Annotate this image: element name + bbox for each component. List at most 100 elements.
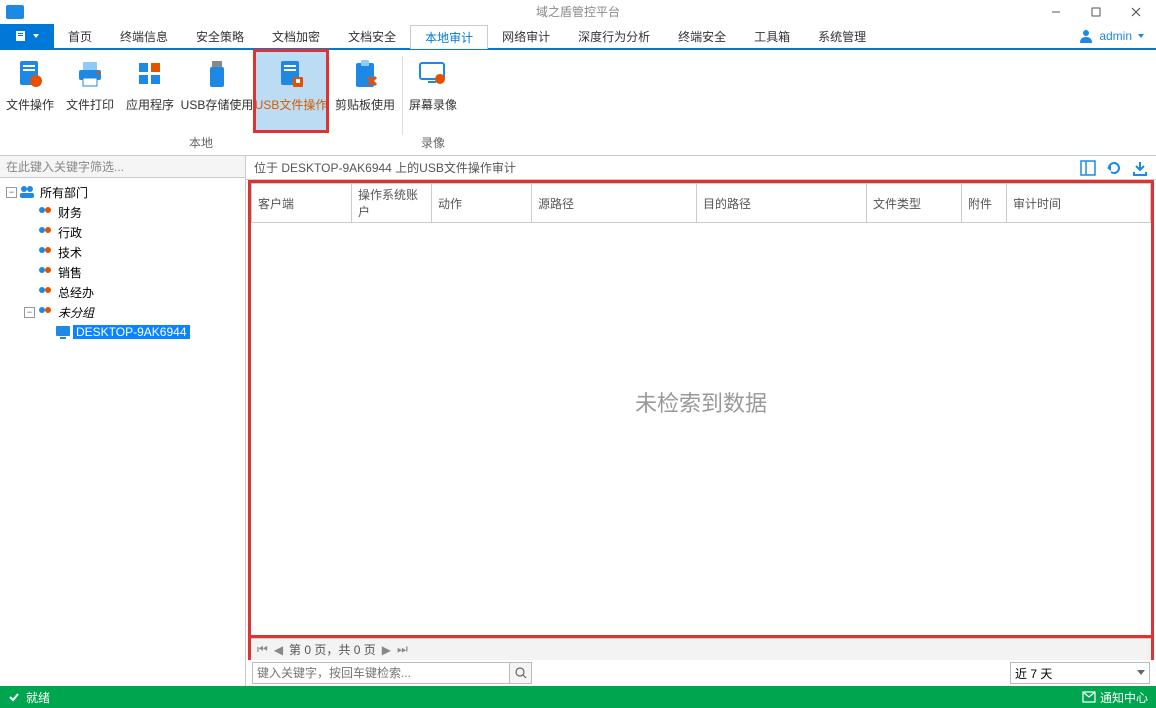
mail-icon (1082, 691, 1096, 703)
columns-button[interactable] (1080, 160, 1096, 176)
menu-network-audit[interactable]: 网络审计 (488, 24, 564, 48)
tree-host[interactable]: DESKTOP-9AK6944 (0, 322, 245, 342)
computer-icon (55, 324, 71, 340)
menu-local-audit[interactable]: 本地审计 (410, 25, 488, 49)
ribbon-group-label: 本地 (0, 132, 402, 155)
ribbon-usb-file-ops[interactable]: USB文件操作 (254, 50, 328, 132)
tree-label: DESKTOP-9AK6944 (73, 325, 190, 339)
page-first[interactable]: ⏮ (257, 642, 268, 657)
body: 在此键入关键字筛选... − 所有部门 财务 行政 技术 (0, 156, 1156, 686)
apps-icon (134, 58, 166, 90)
user-icon (1079, 29, 1093, 43)
sidebar: 在此键入关键字筛选... − 所有部门 财务 行政 技术 (0, 156, 246, 686)
window-title: 域之盾管控平台 (0, 3, 1156, 20)
tree-label: 财务 (55, 204, 85, 221)
ribbon-label: 文件打印 (66, 96, 114, 113)
group-icon (37, 204, 53, 220)
page-next[interactable]: ▶ (382, 643, 391, 657)
monitor-record-icon (417, 58, 449, 90)
tree-label: 总经办 (55, 284, 97, 301)
file-menu-button[interactable] (0, 24, 54, 48)
export-button[interactable] (1132, 160, 1148, 176)
tree-filter-input[interactable]: 在此键入关键字筛选... (0, 156, 245, 178)
group-icon (37, 304, 53, 320)
notify-text: 通知中心 (1100, 689, 1148, 706)
tree-label: 行政 (55, 224, 85, 241)
ribbon-label: 文件操作 (6, 96, 54, 113)
book-icon (15, 30, 29, 42)
menu-doc-security[interactable]: 文档安全 (334, 24, 410, 48)
main-panel: 位于 DESKTOP-9AK6944 上的USB文件操作审计 客户端 操作系统账… (245, 156, 1156, 686)
menu-security-policy[interactable]: 安全策略 (182, 24, 258, 48)
col-client[interactable]: 客户端 (252, 184, 352, 223)
search-box (252, 662, 532, 684)
tree-dept[interactable]: 行政 (0, 222, 245, 242)
col-file-type[interactable]: 文件类型 (867, 184, 962, 223)
org-icon (19, 184, 35, 200)
clipboard-icon (349, 58, 381, 90)
search-input[interactable] (252, 662, 510, 684)
tree-label: 所有部门 (37, 184, 91, 201)
menu-doc-encrypt[interactable]: 文档加密 (258, 24, 334, 48)
tree-label: 未分组 (55, 304, 97, 321)
menu-home[interactable]: 首页 (54, 24, 106, 48)
tree-root[interactable]: − 所有部门 (0, 182, 245, 202)
user-name: admin (1099, 29, 1132, 43)
ribbon-group-local: 文件操作 文件打印 应用程序 USB存储使用 USB文件操作 剪贴板使用 (0, 50, 402, 155)
tree-label: 销售 (55, 264, 85, 281)
page-prev[interactable]: ◀ (274, 643, 283, 657)
ribbon-clipboard[interactable]: 剪贴板使用 (328, 50, 402, 132)
menu-terminal-security[interactable]: 终端安全 (664, 24, 740, 48)
search-button[interactable] (510, 662, 532, 684)
date-range-select[interactable]: 近 7 天 (1010, 662, 1150, 684)
tree-dept[interactable]: 技术 (0, 242, 245, 262)
ribbon: 文件操作 文件打印 应用程序 USB存储使用 USB文件操作 剪贴板使用 (0, 50, 1156, 156)
status-text: 就绪 (26, 689, 50, 706)
menu-terminal-info[interactable]: 终端信息 (106, 24, 182, 48)
no-data-text: 未检索到数据 (251, 386, 1151, 418)
collapse-icon[interactable]: − (24, 307, 35, 318)
ribbon-group-label: 录像 (403, 132, 463, 155)
col-os-account[interactable]: 操作系统账户 (352, 184, 432, 223)
audit-grid: 客户端 操作系统账户 动作 源路径 目的路径 文件类型 附件 审计时间 (251, 183, 1151, 223)
tree-dept[interactable]: 财务 (0, 202, 245, 222)
ribbon-file-print[interactable]: 文件打印 (60, 50, 120, 132)
page-text: 第 0 页，共 0 页 (289, 641, 376, 658)
collapse-icon[interactable]: − (6, 187, 17, 198)
usb-icon (201, 58, 233, 90)
ribbon-label: USB文件操作 (255, 96, 328, 113)
date-range-text: 近 7 天 (1015, 665, 1052, 682)
ribbon-file-ops[interactable]: 文件操作 (0, 50, 60, 132)
menu-system-mgmt[interactable]: 系统管理 (804, 24, 880, 48)
ribbon-screen-record[interactable]: 屏幕录像 (403, 50, 463, 132)
menu-bar: 首页 终端信息 安全策略 文档加密 文档安全 本地审计 网络审计 深度行为分析 … (0, 24, 1156, 50)
ribbon-label: 剪贴板使用 (335, 96, 395, 113)
status-bar: 就绪 通知中心 (0, 686, 1156, 708)
ribbon-label: 屏幕录像 (409, 96, 457, 113)
user-menu[interactable]: admin (1067, 24, 1156, 48)
grid-area: 客户端 操作系统账户 动作 源路径 目的路径 文件类型 附件 审计时间 未检索到… (248, 180, 1154, 660)
context-bar: 位于 DESKTOP-9AK6944 上的USB文件操作审计 (246, 156, 1156, 180)
pager: ⏮ ◀ 第 0 页，共 0 页 ▶ ⏭ (251, 638, 1151, 660)
refresh-button[interactable] (1106, 160, 1122, 176)
menu-toolbox[interactable]: 工具箱 (740, 24, 804, 48)
col-dst-path[interactable]: 目的路径 (697, 184, 867, 223)
col-action[interactable]: 动作 (432, 184, 532, 223)
ribbon-label: 应用程序 (126, 96, 174, 113)
menu-behavior-analysis[interactable]: 深度行为分析 (564, 24, 664, 48)
title-bar: 域之盾管控平台 (0, 0, 1156, 24)
tree-dept[interactable]: 销售 (0, 262, 245, 282)
group-icon (37, 264, 53, 280)
dept-tree: − 所有部门 财务 行政 技术 销售 (0, 178, 245, 686)
col-attachment[interactable]: 附件 (962, 184, 1007, 223)
ribbon-label: USB存储使用 (181, 96, 254, 113)
check-icon (8, 691, 20, 703)
ribbon-app[interactable]: 应用程序 (120, 50, 180, 132)
tree-dept[interactable]: 总经办 (0, 282, 245, 302)
tree-ungrouped[interactable]: − 未分组 (0, 302, 245, 322)
page-last[interactable]: ⏭ (397, 642, 408, 657)
col-audit-time[interactable]: 审计时间 (1007, 184, 1151, 223)
ribbon-usb-storage[interactable]: USB存储使用 (180, 50, 254, 132)
notification-center[interactable]: 通知中心 (1082, 689, 1148, 706)
col-src-path[interactable]: 源路径 (532, 184, 697, 223)
